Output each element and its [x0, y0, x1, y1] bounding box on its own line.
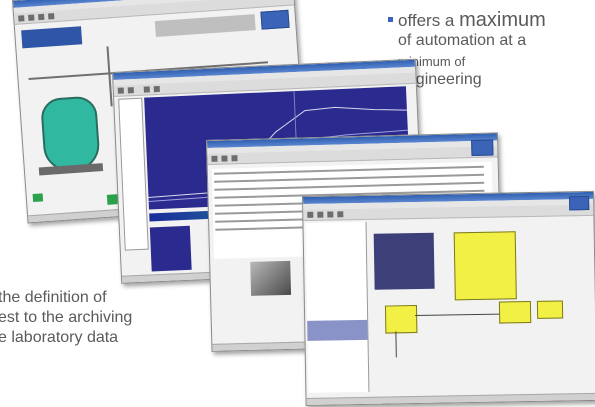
workflow-node [498, 301, 532, 324]
workflow-node [536, 300, 564, 319]
brand-logo [471, 139, 494, 157]
left-text-line-3: e laboratory data [0, 329, 119, 346]
tool-icon [18, 15, 25, 22]
tool-icon [317, 211, 324, 218]
pump-icon [32, 193, 44, 203]
tool-icon [307, 211, 314, 218]
left-text-line-1: the definition of [0, 289, 107, 306]
status-bar [306, 392, 595, 405]
form-panel [373, 232, 435, 290]
parameter-panel [154, 14, 256, 38]
tool-icon [143, 86, 150, 93]
left-text-line-2: est to the archiving [0, 309, 133, 326]
tool-icon [117, 87, 124, 94]
tool-icon [28, 14, 35, 21]
bullet-line-2: of automation at a [398, 32, 527, 49]
tool-icon [211, 155, 218, 162]
tool-icon [127, 87, 134, 94]
workflow-editor-screenshot [302, 190, 595, 406]
brand-logo [260, 9, 290, 30]
detail-chart [149, 225, 192, 272]
bullet-line-1: offers a maximum [398, 9, 546, 32]
bullet-line-1-small: offers a [398, 11, 460, 30]
workflow-connector [415, 313, 500, 317]
bullet-square-icon [388, 17, 393, 22]
tree-selection [307, 319, 368, 341]
tool-icon [48, 13, 55, 20]
tool-icon [153, 85, 160, 93]
tool-icon [38, 13, 45, 21]
reactor-vessel-icon [39, 95, 102, 174]
properties-panel [453, 231, 517, 301]
workflow-connector [395, 331, 397, 358]
tree-view [305, 221, 370, 393]
tool-icon [231, 155, 238, 162]
tool-icon [221, 155, 228, 162]
header-panel [21, 26, 83, 49]
vessel-stand [38, 163, 104, 176]
tool-icon [337, 211, 344, 218]
brand-logo [569, 195, 590, 211]
sample-photo [250, 260, 292, 296]
tool-icon [327, 211, 334, 218]
bullet-line-1-big: maximum [459, 9, 546, 31]
workflow-node [384, 305, 418, 334]
